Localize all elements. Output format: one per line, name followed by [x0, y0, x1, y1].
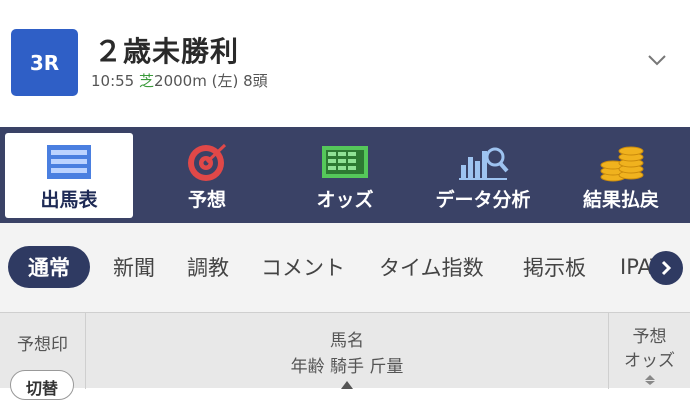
table-header: 予想印 切替 馬名 年齢 騎手 斤量 予想 オッズ	[0, 312, 690, 400]
race-direction: (左)	[211, 72, 239, 90]
nav-label: データ分析	[435, 189, 531, 211]
nav-label: 出馬表	[40, 189, 98, 211]
race-surface: 芝	[139, 72, 155, 90]
coins-icon	[600, 146, 644, 182]
tab-tsujo[interactable]: 通常	[8, 246, 90, 288]
race-distance: 2000m	[154, 72, 207, 90]
main-nav: 出馬表 予想 オッズ データ分析 結果払戻	[0, 127, 690, 223]
chart-analysis-icon	[459, 147, 509, 180]
tab-chokyo[interactable]: 調教	[187, 246, 229, 288]
column-label: オッズ	[624, 351, 675, 371]
column-odds[interactable]: 予想 オッズ	[609, 313, 690, 389]
column-label: 馬名	[330, 331, 364, 351]
race-meta: 10:55 芝2000m (左) 8頭	[91, 70, 268, 91]
tab-comment[interactable]: コメント	[261, 246, 345, 288]
race-number-badge: 3R	[11, 29, 78, 96]
nav-item-shutsuba[interactable]: 出馬表	[0, 127, 138, 223]
tab-shinbun[interactable]: 新聞	[113, 246, 155, 288]
column-label: 予想	[632, 327, 667, 347]
column-sub-label: 年齢 騎手 斤量	[290, 357, 404, 377]
nav-item-yoso[interactable]: 予想	[138, 127, 276, 223]
nav-label: 予想	[187, 189, 226, 211]
race-time: 10:55	[91, 72, 135, 90]
nav-item-data[interactable]: データ分析	[414, 127, 552, 223]
chevron-down-icon[interactable]	[646, 52, 668, 68]
race-header: 3R ２歳未勝利 10:55 芝2000m (左) 8頭	[0, 0, 690, 127]
race-runners: 8頭	[243, 72, 268, 90]
nav-label: オッズ	[316, 189, 374, 211]
scroll-right-button[interactable]	[649, 251, 683, 285]
tab-time-index[interactable]: タイム指数	[379, 246, 484, 288]
odds-board-icon	[322, 146, 368, 178]
race-title: ２歳未勝利	[94, 35, 240, 68]
column-horse[interactable]: 馬名 年齢 騎手 斤量	[86, 313, 609, 389]
chevron-right-icon	[661, 260, 672, 276]
toggle-button[interactable]: 切替	[10, 370, 74, 400]
list-icon	[47, 145, 91, 179]
column-prediction-mark: 予想印 切替	[0, 313, 86, 400]
tab-keijiban[interactable]: 掲示板	[523, 246, 586, 288]
column-label: 予想印	[17, 335, 68, 355]
target-icon	[188, 143, 227, 181]
nav-item-result[interactable]: 結果払戻	[552, 127, 690, 223]
sort-icon	[645, 375, 655, 385]
nav-item-odds[interactable]: オッズ	[276, 127, 414, 223]
nav-label: 結果払戻	[582, 189, 659, 211]
sub-tabs: 通常 新聞 調教 コメント タイム指数 掲示板 IPAT	[0, 223, 690, 312]
